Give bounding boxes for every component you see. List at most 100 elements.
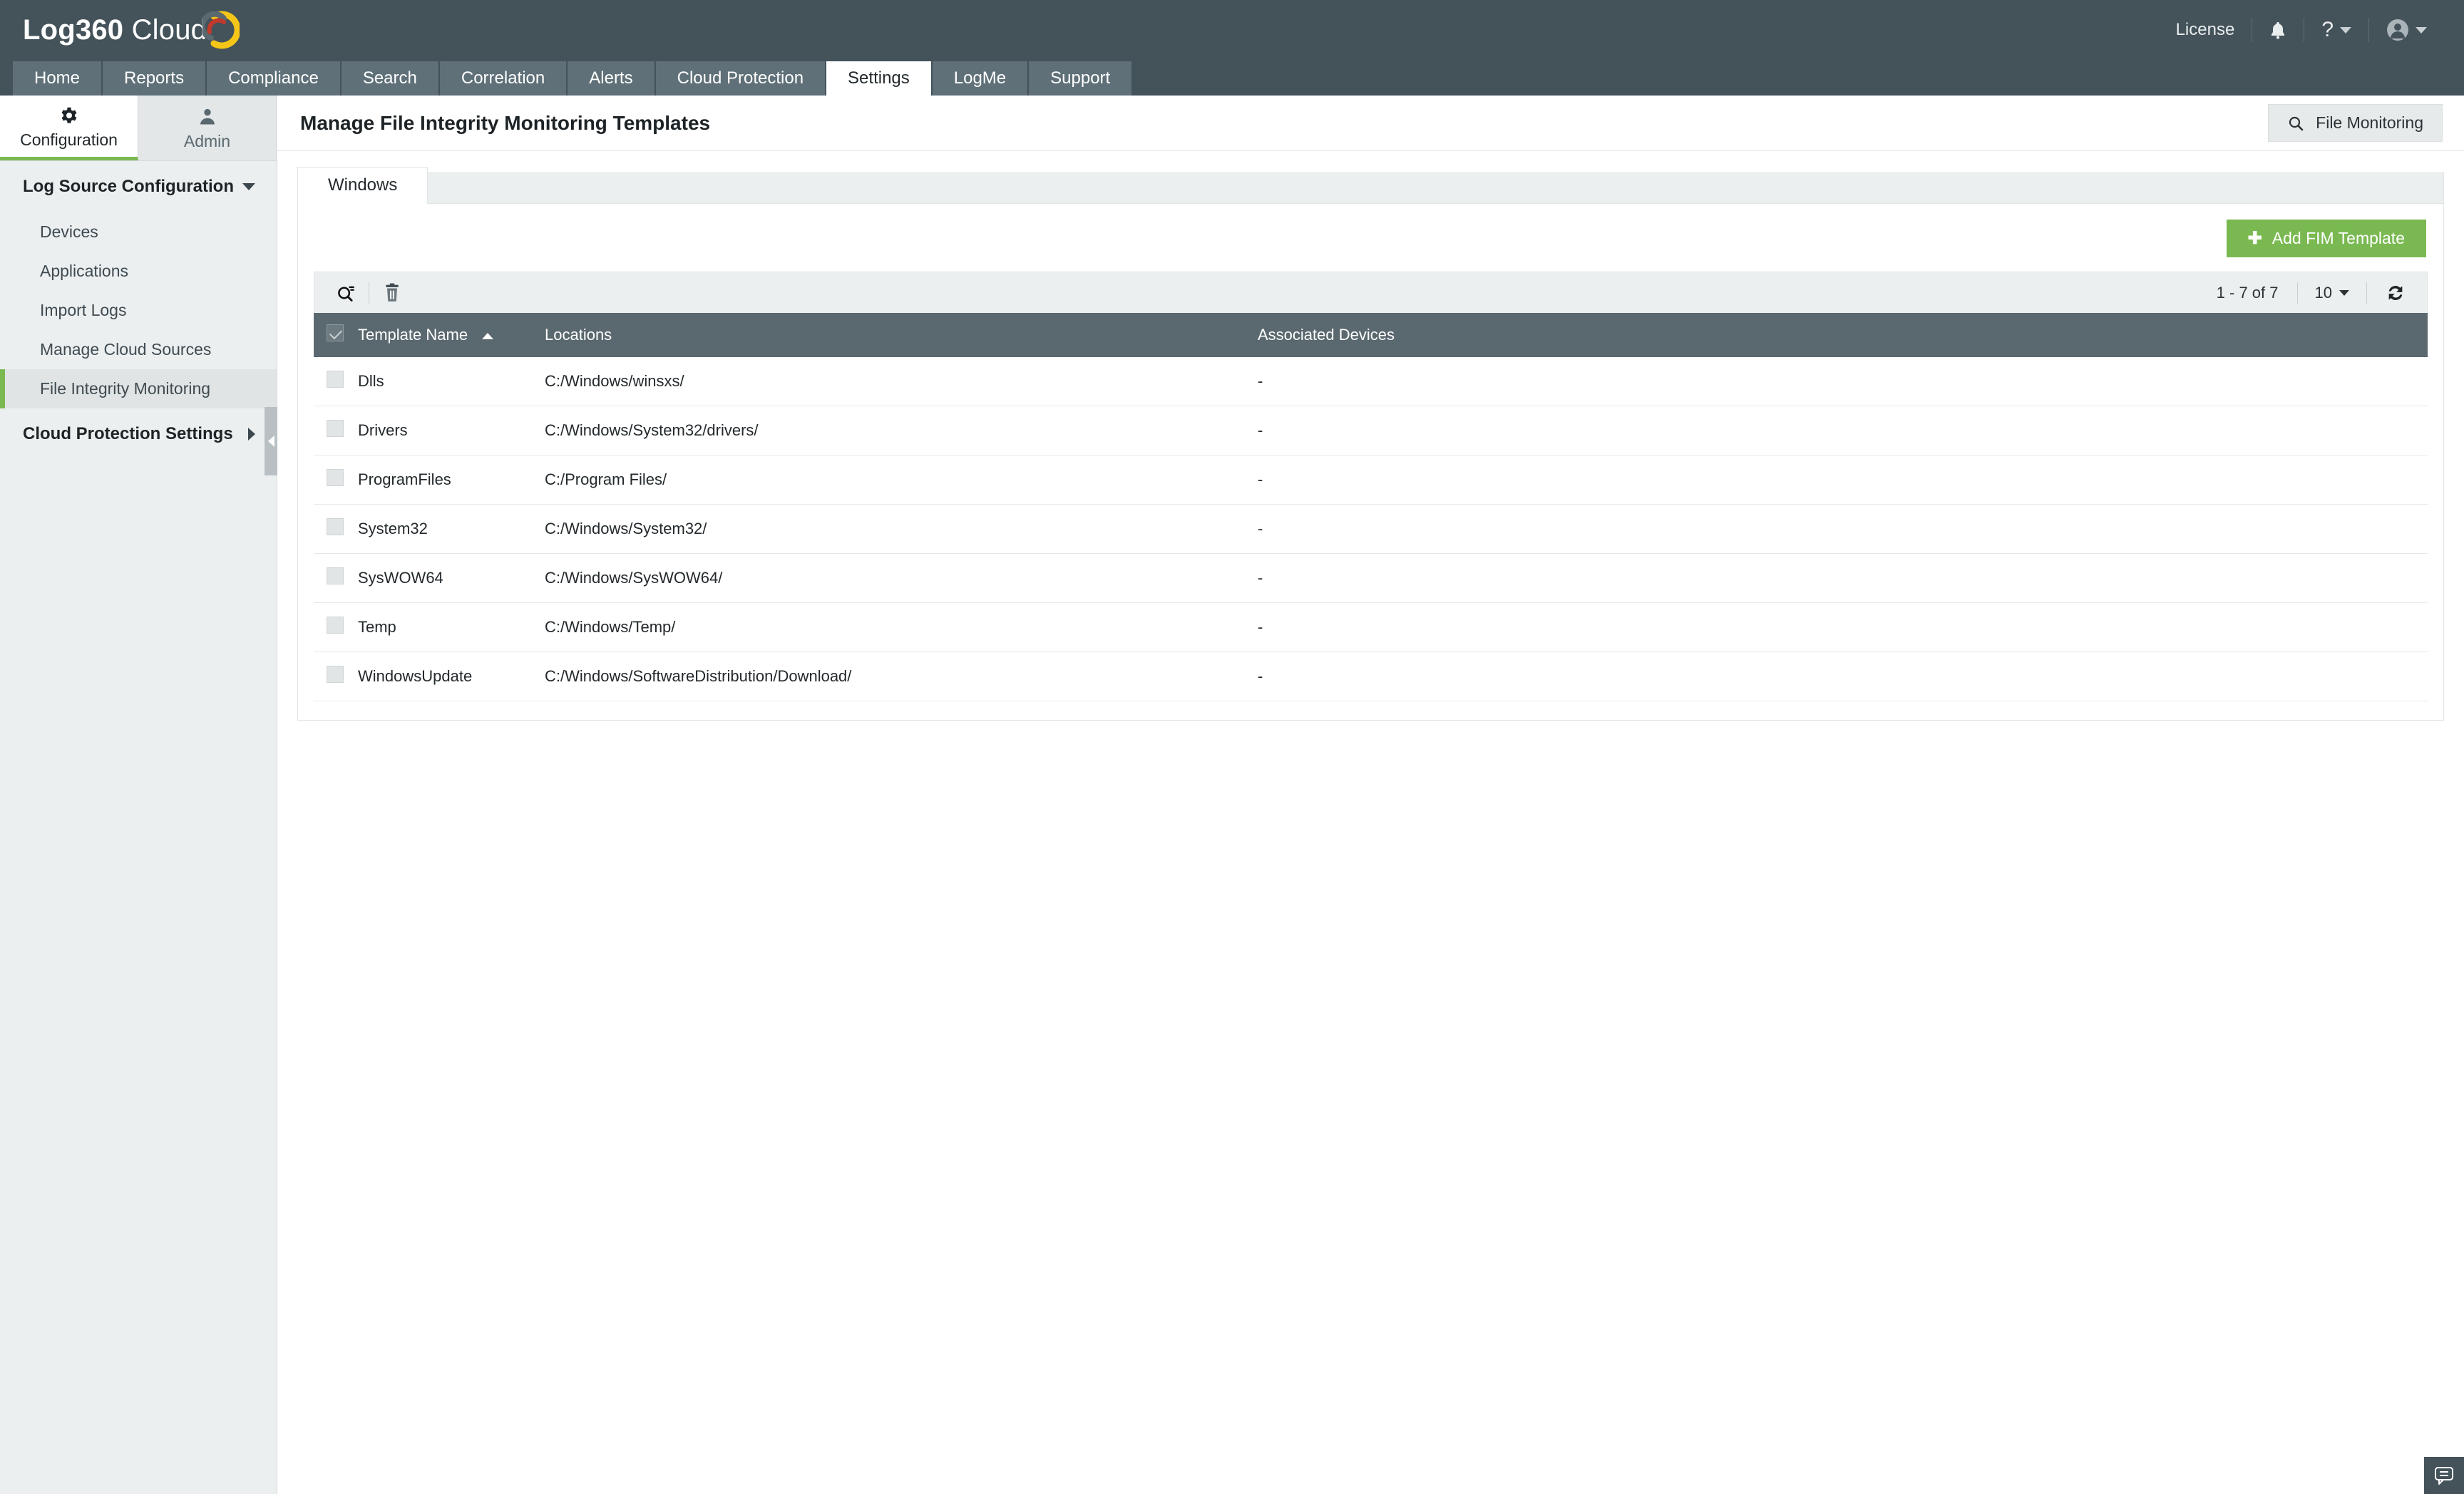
table-row[interactable]: Temp C:/Windows/Temp/ - bbox=[314, 602, 2428, 652]
gear-icon bbox=[58, 103, 80, 128]
row-select-cell[interactable] bbox=[314, 504, 358, 554]
nav-tab-logme[interactable]: LogMe bbox=[932, 61, 1028, 96]
cell-template-name: System32 bbox=[358, 504, 545, 554]
table-row[interactable]: Drivers C:/Windows/System32/drivers/ - bbox=[314, 406, 2428, 455]
sort-ascending-icon bbox=[482, 332, 494, 339]
table-row[interactable]: ProgramFiles C:/Program Files/ - bbox=[314, 455, 2428, 505]
row-select-cell[interactable] bbox=[314, 406, 358, 455]
row-select-cell[interactable] bbox=[314, 651, 358, 701]
header-template-name[interactable]: Template Name bbox=[358, 313, 545, 357]
row-select-cell[interactable] bbox=[314, 357, 358, 406]
table-wrapper: 1 - 7 of 7 10 Template Name Locations As… bbox=[314, 272, 2428, 701]
header-select-all[interactable] bbox=[314, 313, 358, 357]
nav-tab-settings[interactable]: Settings bbox=[826, 61, 931, 96]
log360-swirl-icon bbox=[202, 9, 240, 51]
row-select-cell[interactable] bbox=[314, 553, 358, 603]
cell-locations: C:/Program Files/ bbox=[545, 455, 1258, 505]
table-body: Dlls C:/Windows/winsxs/ - Drivers C:/Win… bbox=[314, 357, 2428, 701]
nav-tab-correlation[interactable]: Correlation bbox=[439, 61, 567, 96]
sidebar-item-file-integrity-monitoring[interactable]: File Integrity Monitoring bbox=[0, 369, 277, 408]
page-size-value: 10 bbox=[2314, 283, 2332, 302]
select-all-checkbox[interactable] bbox=[327, 324, 344, 341]
page-size-dropdown[interactable]: 10 bbox=[2302, 284, 2362, 302]
cell-template-name: ProgramFiles bbox=[358, 455, 545, 505]
trash-icon bbox=[386, 283, 399, 302]
logo-text-light: Cloud bbox=[131, 14, 207, 46]
row-checkbox[interactable] bbox=[327, 420, 344, 437]
nav-tab-cloud-protection[interactable]: Cloud Protection bbox=[655, 61, 826, 96]
cell-locations: C:/Windows/SoftwareDistribution/Download… bbox=[545, 651, 1258, 701]
row-checkbox[interactable] bbox=[327, 666, 344, 683]
chevron-down-icon bbox=[2339, 289, 2349, 296]
notifications-button[interactable] bbox=[2252, 16, 2304, 44]
row-select-cell[interactable] bbox=[314, 455, 358, 505]
nav-tab-support[interactable]: Support bbox=[1029, 61, 1132, 96]
header-locations-label: Locations bbox=[545, 326, 612, 344]
nav-tab-search[interactable]: Search bbox=[341, 61, 438, 96]
search-icon bbox=[2289, 116, 2304, 130]
nav-tab-alerts[interactable]: Alerts bbox=[568, 61, 654, 96]
cell-template-name: Drivers bbox=[358, 406, 545, 455]
bell-icon bbox=[2272, 21, 2285, 39]
table-delete-button[interactable] bbox=[374, 278, 411, 308]
record-range-label: 1 - 7 of 7 bbox=[2216, 283, 2279, 302]
nav-tab-home[interactable]: Home bbox=[13, 61, 102, 96]
question-mark-icon: ? bbox=[2321, 18, 2334, 41]
nav-tab-compliance[interactable]: Compliance bbox=[207, 61, 340, 96]
main-content: Manage File Integrity Monitoring Templat… bbox=[277, 96, 2464, 1494]
toolbar-left-actions bbox=[327, 278, 411, 308]
table-row[interactable]: WindowsUpdate C:/Windows/SoftwareDistrib… bbox=[314, 651, 2428, 701]
row-checkbox[interactable] bbox=[327, 371, 344, 388]
license-label: License bbox=[2175, 20, 2235, 39]
header-locations[interactable]: Locations bbox=[545, 313, 1258, 357]
sidebar-tab-configuration[interactable]: Configuration bbox=[0, 96, 138, 160]
header-associated-devices[interactable]: Associated Devices bbox=[1258, 313, 2428, 357]
license-link[interactable]: License bbox=[2159, 16, 2252, 44]
cell-associated-devices: - bbox=[1258, 406, 2428, 455]
sidebar-item-devices[interactable]: Devices bbox=[0, 212, 277, 252]
logo-text-bold: Log360 bbox=[23, 14, 124, 46]
page-body: Configuration Admin Log Source Configura… bbox=[0, 96, 2464, 1494]
page-header: Manage File Integrity Monitoring Templat… bbox=[277, 96, 2464, 151]
sidebar-item-import-logs[interactable]: Import Logs bbox=[0, 291, 277, 330]
content-tab-strip: Windows bbox=[297, 167, 2444, 204]
content-area: Windows ✚ Add FIM Template 1 - 7 of 7 10… bbox=[277, 151, 2464, 721]
top-header-bar: Log360 Cloud License ? bbox=[0, 0, 2464, 60]
sidebar-item-manage-cloud-sources[interactable]: Manage Cloud Sources bbox=[0, 330, 277, 369]
refresh-icon bbox=[2388, 285, 2403, 300]
cell-template-name: SysWOW64 bbox=[358, 553, 545, 603]
table-row[interactable]: System32 C:/Windows/System32/ - bbox=[314, 504, 2428, 554]
toolbar-right-controls: 1 - 7 of 7 10 bbox=[2202, 282, 2417, 304]
row-checkbox[interactable] bbox=[327, 617, 344, 634]
user-menu-button[interactable] bbox=[2369, 16, 2444, 44]
help-menu-button[interactable]: ? bbox=[2304, 16, 2368, 44]
sidebar-section-log-source-configuration[interactable]: Log Source Configuration bbox=[0, 161, 277, 212]
chat-bubble-icon bbox=[2435, 1467, 2453, 1485]
chat-support-button[interactable] bbox=[2424, 1457, 2464, 1494]
tab-windows[interactable]: Windows bbox=[297, 167, 428, 204]
row-checkbox[interactable] bbox=[327, 567, 344, 584]
user-icon bbox=[197, 105, 217, 129]
row-checkbox[interactable] bbox=[327, 518, 344, 535]
sidebar-section-cloud-protection-settings[interactable]: Cloud Protection Settings bbox=[0, 408, 277, 460]
sidebar-section-label: Cloud Protection Settings bbox=[23, 424, 233, 443]
sidebar-tab-admin[interactable]: Admin bbox=[138, 96, 277, 160]
sidebar-tab-admin-label: Admin bbox=[183, 132, 231, 150]
cell-locations: C:/Windows/Temp/ bbox=[545, 602, 1258, 652]
refresh-button[interactable] bbox=[2371, 283, 2417, 303]
row-select-cell[interactable] bbox=[314, 602, 358, 652]
file-monitoring-button[interactable]: File Monitoring bbox=[2268, 104, 2443, 142]
table-search-button[interactable] bbox=[327, 278, 364, 308]
app-logo[interactable]: Log360 Cloud bbox=[0, 0, 240, 60]
nav-tab-reports[interactable]: Reports bbox=[103, 61, 206, 96]
table-row[interactable]: SysWOW64 C:/Windows/SysWOW64/ - bbox=[314, 553, 2428, 603]
file-monitoring-label: File Monitoring bbox=[2316, 113, 2423, 132]
user-avatar-icon bbox=[2387, 19, 2408, 41]
cell-associated-devices: - bbox=[1258, 455, 2428, 505]
sidebar-item-applications[interactable]: Applications bbox=[0, 252, 277, 291]
header-template-name-label: Template Name bbox=[358, 326, 468, 344]
add-fim-template-button[interactable]: ✚ Add FIM Template bbox=[2226, 220, 2426, 257]
sidebar-collapse-handle[interactable] bbox=[265, 407, 277, 475]
row-checkbox[interactable] bbox=[327, 469, 344, 486]
table-row[interactable]: Dlls C:/Windows/winsxs/ - bbox=[314, 357, 2428, 406]
